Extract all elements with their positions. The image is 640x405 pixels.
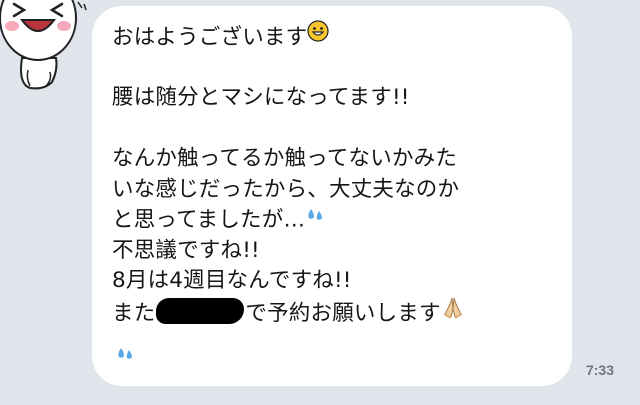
message-line-text: 8月は4週目なんですね!! [112, 268, 352, 293]
message-line-text: で予約お願いします [245, 300, 441, 326]
sweat-droplets-icon [115, 345, 135, 367]
message-line-text: いな感じだったから、大丈夫なのか [112, 176, 460, 202]
message-line: 腰は随分とマシになってます!! [112, 83, 552, 114]
sticker-face-icon [0, 0, 87, 90]
message-line: 不思議ですね!! [112, 236, 552, 267]
message-line: 8月は4週目なんですね!! [112, 266, 552, 297]
message-line-text: なんか触ってるか触ってないかみた [112, 146, 458, 171]
message-timestamp: 7:33 [585, 362, 614, 378]
message-line: また で予約お願いします [112, 297, 552, 328]
redacted-text-block [156, 298, 245, 325]
laughing-character-sticker[interactable] [0, 0, 92, 92]
message-line-text: 不思議ですね!! [112, 237, 260, 263]
smiling-face-emoji-icon [307, 20, 329, 52]
message-line-text: また [112, 300, 156, 326]
message-text: おはようございます 腰は随分とマシになってます!! なんか触ってるか触ってないか… [112, 20, 552, 328]
message-line: と思ってましたが… [112, 205, 552, 236]
message-line-text: おはようございます [112, 24, 308, 50]
message-line: なんか触ってるか触ってないかみた [112, 144, 552, 175]
sweat-droplets-icon [305, 203, 325, 234]
folded-hands-emoji-icon [441, 295, 465, 329]
message-line-text: と思ってましたが… [112, 207, 306, 233]
message-line: おはようございます [112, 20, 552, 53]
message-line: いな感じだったから、大丈夫なのか [112, 175, 552, 206]
message-line-text: 腰は随分とマシになってます!! [112, 85, 410, 110]
